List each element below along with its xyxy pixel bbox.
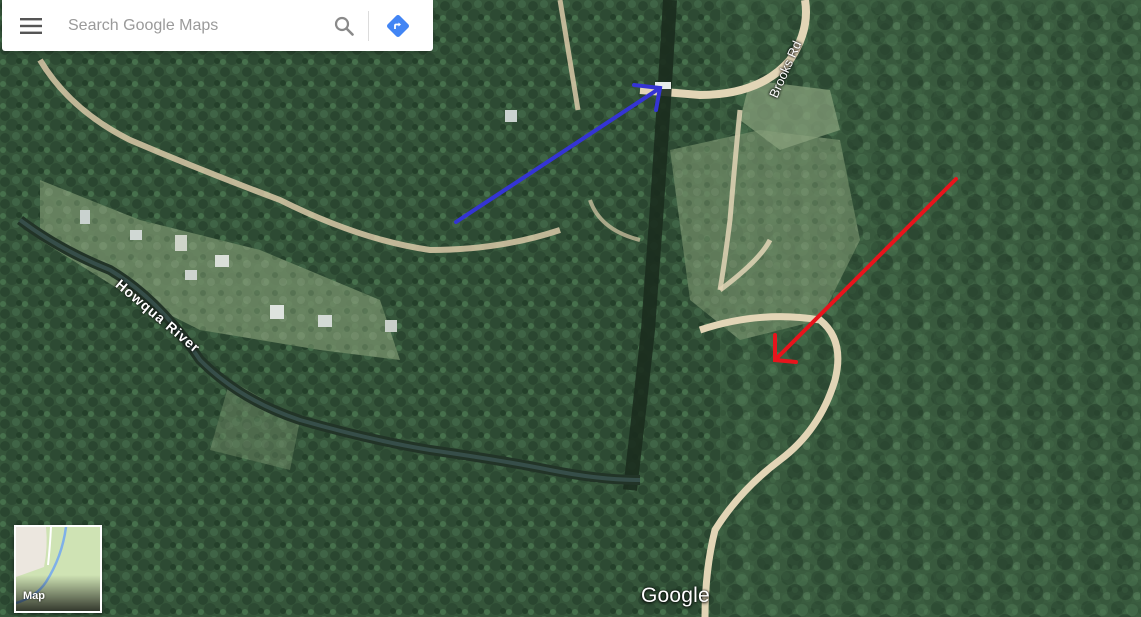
directions-icon (387, 14, 409, 37)
blue-arrow (454, 83, 663, 224)
map-viewport[interactable]: Brooks Rd Howqua River Search Google Map… (0, 0, 1141, 617)
search-box (2, 0, 433, 51)
directions-button[interactable] (371, 0, 425, 51)
search-icon (334, 16, 354, 36)
menu-button[interactable] (2, 0, 60, 51)
layer-toggle-label: Map (23, 590, 45, 602)
search-divider (368, 10, 369, 41)
map-layer-toggle[interactable]: Map (14, 525, 102, 613)
annotation-layer (454, 83, 958, 364)
google-logo: Google (641, 584, 710, 607)
search-input[interactable] (60, 10, 322, 41)
search-button[interactable] (322, 0, 366, 51)
menu-icon (20, 17, 42, 34)
red-arrow (773, 177, 958, 364)
